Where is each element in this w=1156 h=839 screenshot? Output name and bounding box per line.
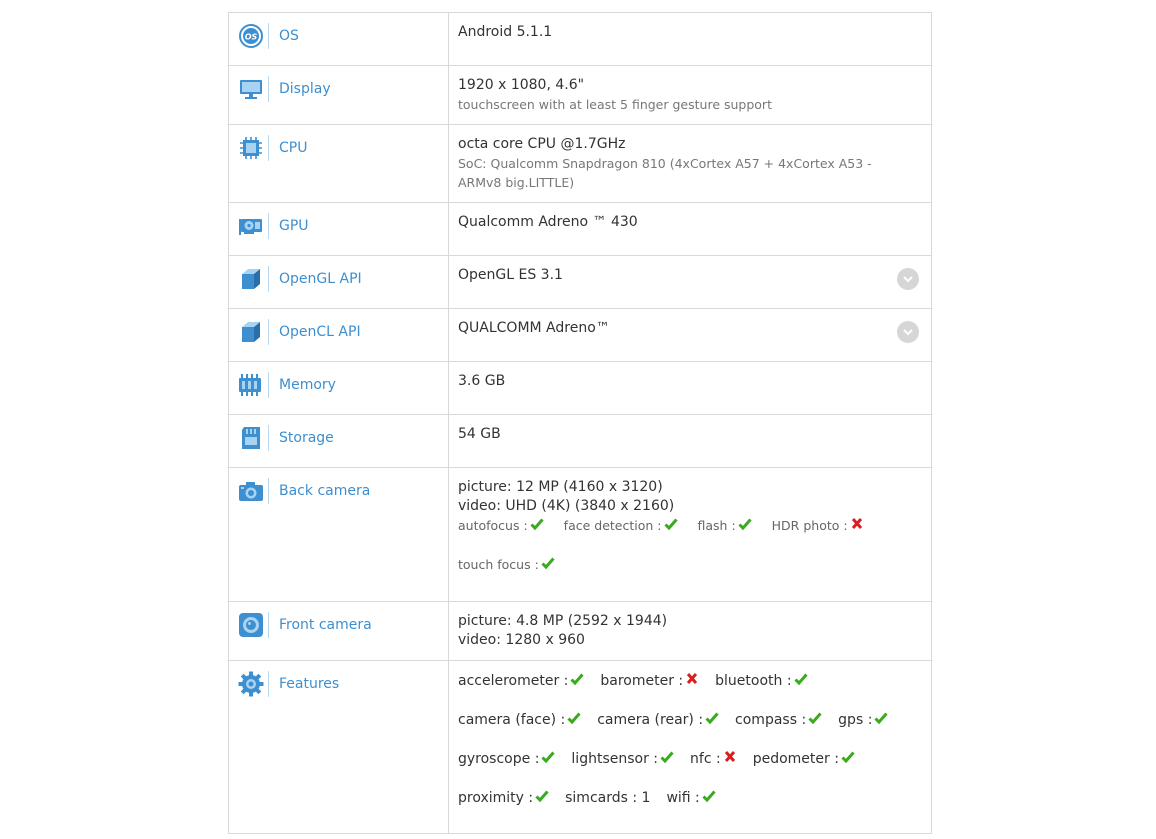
ram-icon — [238, 372, 264, 398]
spec-value: video: 1280 x 960 — [458, 632, 585, 648]
check-icon — [535, 789, 549, 803]
spec-value: OpenGL ES 3.1 — [458, 267, 563, 283]
feature-barometer: barometer : — [600, 671, 699, 691]
feature-lightsensor: lightsensor : — [571, 749, 674, 769]
spec-label: Memory — [279, 377, 336, 393]
spec-row-features: Features accelerometer : barometer : blu… — [228, 660, 932, 834]
check-icon — [874, 711, 889, 725]
spec-row-back-camera: Back camera picture: 12 MP (4160 x 3120)… — [228, 467, 932, 602]
spec-row-storage: Storage 54 GB — [228, 414, 932, 468]
spec-row-memory: Memory 3.6 GB — [228, 361, 932, 415]
spec-value: Android 5.1.1 — [458, 24, 553, 40]
spec-table: OS OS Android 5.1.1 Display 1920 x 1080,… — [228, 12, 932, 834]
features-list: accelerometer : barometer : bluetooth : … — [449, 661, 931, 818]
monitor-icon — [238, 76, 264, 102]
spec-value: picture: 12 MP (4160 x 3120) — [458, 479, 663, 495]
spec-label: Back camera — [279, 483, 371, 499]
check-icon — [705, 711, 719, 725]
spec-label: OpenGL API — [279, 271, 362, 287]
spec-label: Features — [279, 676, 340, 692]
flag-touch-focus: touch focus : — [458, 555, 555, 574]
flag-hdr-photo: HDR photo : — [772, 516, 864, 535]
flag-autofocus: autofocus : — [458, 516, 544, 535]
check-icon — [794, 672, 808, 686]
check-icon — [808, 711, 822, 725]
spec-label: Front camera — [279, 617, 372, 633]
sd-card-icon — [238, 425, 264, 451]
spec-row-display: Display 1920 x 1080, 4.6" touchscreen wi… — [228, 65, 932, 125]
check-icon — [660, 750, 674, 764]
feature-gyroscope: gyroscope : — [458, 749, 556, 769]
chip-icon — [238, 135, 264, 161]
feature-wifi: wifi : — [666, 788, 716, 808]
gpu-card-icon — [238, 213, 264, 239]
feature-compass: compass : — [735, 710, 822, 730]
expand-opengl-button[interactable] — [897, 268, 919, 290]
camera-icon — [238, 478, 264, 504]
spec-row-front-camera: Front camera picture: 4.8 MP (2592 x 194… — [228, 601, 932, 661]
check-icon — [530, 517, 544, 531]
spec-row-gpu: GPU Qualcomm Adreno ™ 430 — [228, 202, 932, 256]
flag-flash: flash : — [698, 516, 752, 535]
cross-icon — [685, 672, 699, 686]
spec-label: CPU — [279, 140, 308, 156]
spec-value: QUALCOMM Adreno™ — [458, 320, 610, 336]
spec-row-opengl: OpenGL API OpenGL ES 3.1 — [228, 255, 932, 309]
feature-camera-rear: camera (rear) : — [597, 710, 719, 730]
cross-icon — [723, 750, 737, 764]
feature-accelerometer: accelerometer : — [458, 671, 585, 691]
feature-camera-face: camera (face) : — [458, 710, 581, 730]
cube-icon — [238, 266, 264, 292]
front-camera-icon — [238, 612, 264, 638]
feature-gps: gps : — [838, 710, 889, 730]
spec-value: Qualcomm Adreno ™ 430 — [458, 214, 638, 230]
spec-subvalue: SoC: Qualcomm Snapdragon 810 (4xCortex A… — [458, 156, 872, 190]
cross-icon — [850, 517, 864, 531]
gear-icon — [238, 671, 264, 697]
spec-value: 54 GB — [458, 426, 501, 442]
flag-face-detection: face detection : — [564, 516, 678, 535]
spec-row-cpu: CPU octa core CPU @1.7GHz SoC: Qualcomm … — [228, 124, 932, 203]
expand-opencl-button[interactable] — [897, 321, 919, 343]
spec-row-os: OS OS Android 5.1.1 — [228, 12, 932, 66]
spec-value: picture: 4.8 MP (2592 x 1944) — [458, 613, 668, 629]
check-icon — [738, 517, 752, 531]
chevron-down-icon — [903, 329, 913, 336]
spec-subvalue: touchscreen with at least 5 finger gestu… — [458, 97, 772, 112]
camera-flags: autofocus : face detection : flash : HDR… — [458, 516, 921, 574]
svg-text:OS: OS — [245, 33, 258, 42]
check-icon — [702, 789, 716, 803]
chevron-down-icon — [903, 276, 913, 283]
spec-value: 1920 x 1080, 4.6" — [458, 77, 585, 93]
feature-pedometer: pedometer : — [753, 749, 855, 769]
spec-value: video: UHD (4K) (3840 x 2160) — [458, 498, 675, 514]
spec-label: GPU — [279, 218, 309, 234]
spec-value: 3.6 GB — [458, 373, 506, 389]
check-icon — [841, 750, 855, 764]
os-icon: OS — [238, 23, 264, 49]
spec-label: Storage — [279, 430, 334, 446]
feature-simcards: simcards : 1 — [565, 790, 651, 806]
check-icon — [570, 672, 585, 686]
feature-bluetooth: bluetooth : — [715, 671, 808, 691]
spec-label: OS — [279, 28, 299, 44]
cube-icon — [238, 319, 264, 345]
check-icon — [541, 750, 556, 764]
spec-row-opencl: OpenCL API QUALCOMM Adreno™ — [228, 308, 932, 362]
feature-nfc: nfc : — [690, 749, 737, 769]
spec-value: octa core CPU @1.7GHz — [458, 136, 626, 152]
check-icon — [663, 517, 678, 531]
spec-label: OpenCL API — [279, 324, 361, 340]
feature-proximity: proximity : — [458, 788, 549, 808]
spec-label: Display — [279, 81, 331, 97]
check-icon — [541, 556, 555, 570]
check-icon — [567, 711, 581, 725]
